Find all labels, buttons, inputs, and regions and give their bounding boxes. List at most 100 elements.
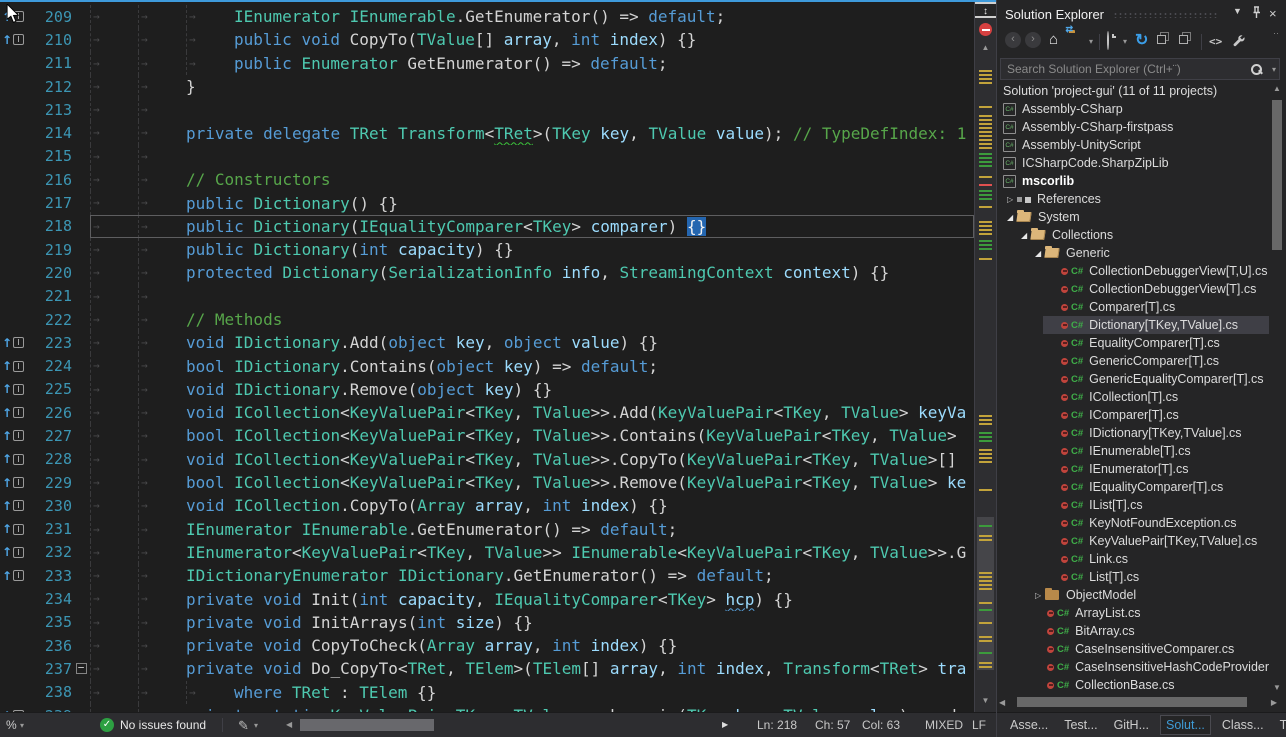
editor-horizontal-scrollbar-thumb[interactable]: [300, 719, 434, 731]
tree-item-bitarray-cs[interactable]: C#BitArray.cs: [997, 622, 1269, 640]
code-line-211[interactable]: 211→→→public Enumerator GetEnumerator() …: [0, 52, 974, 75]
code-text[interactable]: →→public Dictionary() {}: [90, 191, 974, 214]
tree-item-link-cs[interactable]: C#Link.cs: [997, 550, 1269, 568]
code-line-239[interactable]: ↑I239→→private static KeyValuePair<TKey,…: [0, 704, 974, 712]
code-text[interactable]: →→private void CopyToCheck(Array array, …: [90, 634, 974, 657]
tree-item-genericcomparer-t-cs[interactable]: C#GenericComparer[T].cs: [997, 352, 1269, 370]
code-line-219[interactable]: 219→→public Dictionary(int capacity) {}: [0, 238, 974, 261]
refresh-icon[interactable]: ↻: [1135, 30, 1148, 50]
sync-dropdown-caret-icon[interactable]: ▾: [1089, 37, 1093, 46]
code-line-221[interactable]: 221→→: [0, 285, 974, 308]
code-line-227[interactable]: ↑I227→→bool ICollection<KeyValuePair<TKe…: [0, 424, 974, 447]
hscroll-right-arrow-icon[interactable]: ▶: [722, 720, 728, 729]
code-line-218[interactable]: 218→→public Dictionary(IEqualityComparer…: [0, 215, 974, 238]
eol-indicator[interactable]: LF: [972, 718, 986, 732]
tree-item-ilist-t-cs[interactable]: C#IList[T].cs: [997, 496, 1269, 514]
explorer-horizontal-scrollbar[interactable]: ◀ ▶: [999, 696, 1281, 709]
toolbar-overflow-icon[interactable]: ··: [1273, 28, 1279, 38]
implements-interface-icon[interactable]: ↑I: [0, 452, 28, 466]
tree-item-ienumerator-t-cs[interactable]: C#IEnumerator[T].cs: [997, 460, 1269, 478]
tree-item-icsharpcode-sharpziplib[interactable]: C#ICSharpCode.SharpZipLib: [997, 154, 1269, 172]
code-line-217[interactable]: 217→→public Dictionary() {}: [0, 191, 974, 214]
tree-item-list-t-cs[interactable]: C#List[T].cs: [997, 568, 1269, 586]
implements-interface-icon[interactable]: ↑I: [0, 545, 28, 559]
code-line-224[interactable]: ↑I224→→bool IDictionary.Contains(object …: [0, 354, 974, 377]
home-icon[interactable]: ⌂: [1049, 31, 1058, 48]
tree-item-icomparer-t-cs[interactable]: C#IComparer[T].cs: [997, 406, 1269, 424]
pen-dropdown-caret-icon[interactable]: ▾: [254, 721, 258, 730]
tree-item-system[interactable]: ◢System: [997, 208, 1269, 226]
code-editor[interactable]: ↑I209→→→IEnumerator IEnumerable.GetEnume…: [0, 0, 996, 712]
code-line-209[interactable]: ↑I209→→→IEnumerator IEnumerable.GetEnume…: [0, 5, 974, 28]
search-dropdown-caret-icon[interactable]: ▾: [1272, 65, 1276, 74]
code-text[interactable]: →→void ICollection<KeyValuePair<TKey, TV…: [90, 401, 974, 424]
tree-item-dictionary-tkey-tvalue-cs[interactable]: C#Dictionary[TKey,TValue].cs: [997, 316, 1269, 334]
fold-collapse-icon[interactable]: −: [72, 663, 90, 674]
tree-item-collectionbase-cs[interactable]: C#CollectionBase.cs: [997, 676, 1269, 694]
code-line-234[interactable]: 234→→private void Init(int capacity, IEq…: [0, 587, 974, 610]
code-line-220[interactable]: 220→→protected Dictionary(SerializationI…: [0, 261, 974, 284]
code-text[interactable]: →→void IDictionary.Remove(object key) {}: [90, 378, 974, 401]
code-text[interactable]: →→private delegate TRet Transform<TRet>(…: [90, 121, 974, 144]
encoding-indicator[interactable]: MIXED: [925, 718, 963, 732]
tree-item-equalitycomparer-t-cs[interactable]: C#EqualityComparer[T].cs: [997, 334, 1269, 352]
code-text[interactable]: →→}: [90, 75, 974, 98]
explorer-hscroll-thumb[interactable]: [1017, 697, 1247, 707]
code-text[interactable]: →→void ICollection<KeyValuePair<TKey, TV…: [90, 448, 974, 471]
code-line-230[interactable]: ↑I230→→void ICollection.CopyTo(Array arr…: [0, 494, 974, 517]
collapsed-arrow-icon[interactable]: ▷: [1007, 195, 1017, 204]
pending-changes-filter-icon[interactable]: [1107, 32, 1109, 50]
panel-tab-class[interactable]: Class...: [1217, 716, 1269, 734]
code-text[interactable]: →→→public void CopyTo(TValue[] array, in…: [90, 28, 974, 51]
code-text[interactable]: →→private void InitArrays(int size) {}: [90, 611, 974, 634]
implements-interface-icon[interactable]: ↑I: [0, 429, 28, 443]
code-text[interactable]: →→: [90, 145, 974, 168]
tree-item-collectiondebuggerview-t-u-cs[interactable]: C#CollectionDebuggerView[T,U].cs: [997, 262, 1269, 280]
tree-item-mscorlib[interactable]: C#mscorlib: [997, 172, 1269, 190]
hscroll-left-arrow-icon[interactable]: ◀: [286, 720, 292, 729]
code-text[interactable]: →→bool ICollection<KeyValuePair<TKey, TV…: [90, 424, 974, 447]
explorer-scroll-up-icon[interactable]: ▲: [1270, 84, 1284, 93]
implements-interface-icon[interactable]: ↑I: [0, 382, 28, 396]
code-text[interactable]: →→// Methods: [90, 308, 974, 331]
code-line-238[interactable]: 238→→→where TRet : TElem {}: [0, 681, 974, 704]
tree-item-caseinsensitivehashcodeprovider-cs[interactable]: C#CaseInsensitiveHashCodeProvider.cs: [997, 658, 1269, 676]
code-line-228[interactable]: ↑I228→→void ICollection<KeyValuePair<TKe…: [0, 448, 974, 471]
close-icon[interactable]: ×: [1269, 6, 1277, 21]
scroll-up-arrow-icon[interactable]: ▲: [975, 43, 996, 52]
code-line-210[interactable]: ↑I210→→→public void CopyTo(TValue[] arra…: [0, 28, 974, 51]
panel-tab-gith[interactable]: GitH...: [1109, 716, 1154, 734]
code-line-213[interactable]: 213→→: [0, 98, 974, 121]
tree-item-assembly-unityscript[interactable]: C#Assembly-UnityScript: [997, 136, 1269, 154]
zoom-level-dropdown[interactable]: %: [6, 718, 17, 732]
tree-item-assembly-csharp-firstpass[interactable]: C#Assembly-CSharp-firstpass: [997, 118, 1269, 136]
tree-item-comparer-t-cs[interactable]: C#Comparer[T].cs: [997, 298, 1269, 316]
code-text[interactable]: →→void ICollection.CopyTo(Array array, i…: [90, 494, 974, 517]
code-text[interactable]: →→IEnumerator<KeyValuePair<TKey, TValue>…: [90, 541, 974, 564]
code-text[interactable]: →→IDictionaryEnumerator IDictionary.GetE…: [90, 564, 974, 587]
code-line-216[interactable]: 216→→// Constructors: [0, 168, 974, 191]
code-line-231[interactable]: ↑I231→→IEnumerator IEnumerable.GetEnumer…: [0, 518, 974, 541]
code-line-229[interactable]: ↑I229→→bool ICollection<KeyValuePair<TKe…: [0, 471, 974, 494]
code-text[interactable]: →→public Dictionary(IEqualityComparer<TK…: [90, 215, 974, 238]
code-text[interactable]: →→private void Init(int capacity, IEqual…: [90, 587, 974, 610]
properties-wrench-icon[interactable]: [1231, 33, 1245, 52]
editor-scrollbar-strip[interactable]: ↕ ▲ ▼: [974, 2, 996, 712]
implements-interface-icon[interactable]: ↑I: [0, 569, 28, 583]
explorer-scroll-left-icon[interactable]: ◀: [999, 698, 1005, 707]
implements-interface-icon[interactable]: ↑I: [0, 359, 28, 373]
zoom-dropdown-caret-icon[interactable]: ▾: [20, 721, 24, 730]
tree-item-collections[interactable]: ◢Collections: [997, 226, 1269, 244]
code-line-212[interactable]: 212→→}: [0, 75, 974, 98]
implements-interface-icon[interactable]: ↑I: [0, 406, 28, 420]
code-text[interactable]: →→void IDictionary.Add(object key, objec…: [90, 331, 974, 354]
code-text[interactable]: →→bool IDictionary.Contains(object key) …: [90, 354, 974, 377]
explorer-scroll-down-icon[interactable]: ▼: [1270, 683, 1284, 692]
pen-icon[interactable]: ✎: [238, 718, 249, 734]
explorer-scroll-right-icon[interactable]: ▶: [1271, 698, 1277, 707]
explorer-vertical-scrollbar[interactable]: ▲ ▼: [1270, 84, 1284, 692]
search-box[interactable]: Search Solution Explorer (Ctrl+¨) ▾: [1000, 58, 1280, 80]
panel-tab-tea[interactable]: Tea...: [1275, 716, 1286, 734]
code-lines-container[interactable]: ↑I209→→→IEnumerator IEnumerable.GetEnume…: [0, 5, 974, 712]
view-code-icon[interactable]: <>: [1209, 35, 1222, 48]
